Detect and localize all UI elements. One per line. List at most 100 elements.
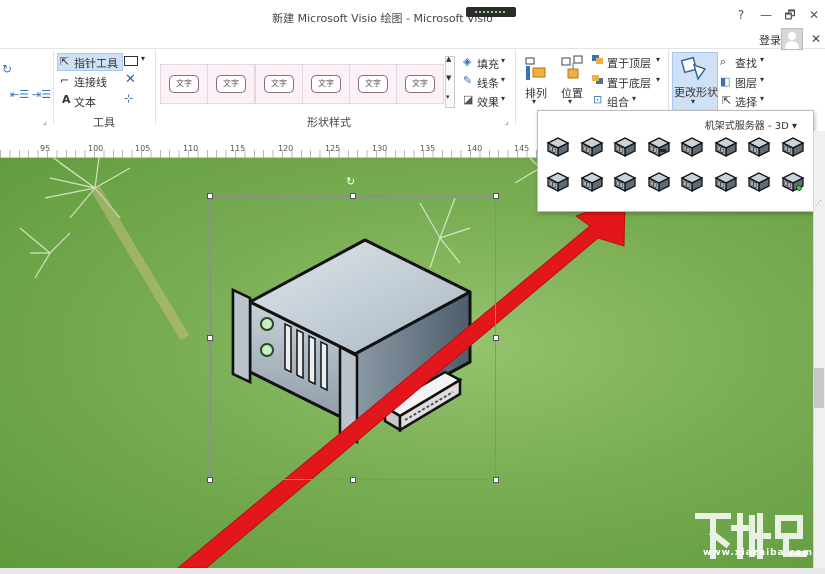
paragraph-dialog-launcher-icon[interactable]: ⌟ bbox=[43, 117, 47, 126]
connector-tool-button[interactable]: 连接线 bbox=[74, 74, 107, 90]
chevron-down-icon[interactable]: ▾ bbox=[568, 97, 572, 106]
resize-handle[interactable] bbox=[493, 193, 499, 199]
change-shape-label: 更改形状 bbox=[674, 86, 718, 99]
chevron-down-icon[interactable]: ▾ bbox=[632, 94, 636, 103]
chevron-down-icon[interactable]: ▾ bbox=[532, 97, 536, 106]
shape-styles-group-label: 形状样式 bbox=[307, 116, 351, 129]
server-shape-option[interactable] bbox=[645, 135, 673, 159]
style-thumbnail[interactable]: 文字 bbox=[396, 64, 444, 104]
gallery-title[interactable]: 机架式服务器 - 3D ▾ bbox=[705, 117, 797, 132]
layers-icon: ◧ bbox=[720, 75, 731, 88]
login-link[interactable]: 登录 bbox=[759, 32, 781, 48]
bring-to-front-button[interactable]: 置于顶层 bbox=[607, 55, 651, 71]
position-icon bbox=[560, 54, 586, 85]
separator bbox=[515, 50, 516, 124]
connection-point-icon[interactable]: ⊹ bbox=[124, 92, 133, 105]
help-button[interactable]: ? bbox=[732, 7, 750, 23]
resize-handle[interactable] bbox=[493, 477, 499, 483]
chevron-down-icon[interactable]: ▾ bbox=[501, 94, 505, 103]
resize-handle[interactable] bbox=[493, 335, 499, 341]
server-shape-option[interactable] bbox=[678, 170, 706, 194]
chevron-up-icon[interactable]: ▲ bbox=[446, 55, 451, 63]
text-icon: A bbox=[62, 93, 71, 106]
pointer-tool-label: 指针工具 bbox=[74, 57, 118, 70]
chevron-down-icon[interactable]: ▾ bbox=[501, 56, 505, 65]
avatar[interactable] bbox=[781, 28, 803, 50]
restore-button[interactable]: 🗗 bbox=[781, 7, 799, 23]
minimize-button[interactable]: — bbox=[757, 7, 775, 23]
partial-rotate-icon[interactable]: ↻ bbox=[2, 62, 12, 76]
close-icon[interactable]: ✕ bbox=[125, 72, 136, 87]
touch-mode-grip[interactable] bbox=[466, 7, 516, 17]
chevron-down-icon[interactable]: ▾ bbox=[656, 75, 660, 84]
fill-button[interactable]: 填充 bbox=[477, 56, 499, 72]
selection-box bbox=[210, 196, 496, 480]
style-thumbnail-text: 文字 bbox=[311, 75, 341, 93]
watermark-text: www.xiazaiba.com bbox=[703, 548, 813, 558]
fill-icon: ◈ bbox=[463, 55, 472, 68]
separator bbox=[155, 50, 156, 124]
group-button[interactable]: 组合 bbox=[607, 94, 629, 110]
arrange-icon bbox=[524, 56, 548, 85]
chevron-down-icon: ▾ bbox=[691, 97, 696, 106]
server-shape-option[interactable] bbox=[745, 135, 773, 159]
status-strip bbox=[0, 568, 825, 574]
effect-icon: ◪ bbox=[463, 93, 474, 106]
effect-button[interactable]: 效果 bbox=[477, 94, 499, 110]
resize-handle[interactable] bbox=[350, 193, 356, 199]
separator bbox=[53, 50, 54, 124]
resize-handle[interactable] bbox=[207, 335, 213, 341]
send-to-back-button[interactable]: 置于底层 bbox=[607, 75, 651, 91]
style-thumbnail[interactable]: 文字 bbox=[207, 64, 255, 104]
server-shape-option[interactable] bbox=[745, 170, 773, 194]
style-thumbnail[interactable]: 文字 bbox=[160, 64, 208, 104]
server-shape-option[interactable] bbox=[779, 170, 807, 194]
scrollbar-thumb[interactable] bbox=[814, 368, 824, 408]
connector-icon: ⌐ bbox=[60, 74, 70, 87]
chevron-down-icon[interactable]: ▼ bbox=[446, 74, 451, 82]
style-thumbnail[interactable]: 文字 bbox=[302, 64, 350, 104]
chevron-down-icon[interactable]: ▾ bbox=[760, 75, 764, 84]
server-shape-option[interactable] bbox=[611, 170, 639, 194]
server-shape-option[interactable] bbox=[712, 135, 740, 159]
line-button[interactable]: 线条 bbox=[477, 75, 499, 91]
rotate-handle-icon[interactable]: ↻ bbox=[346, 175, 355, 188]
close-window-button[interactable]: ✕ bbox=[805, 7, 823, 23]
server-shape-option[interactable] bbox=[578, 170, 606, 194]
gallery-more-icon[interactable]: ▾ bbox=[446, 93, 450, 101]
server-shape-option[interactable] bbox=[544, 170, 572, 194]
style-thumbnail[interactable]: 文字 bbox=[255, 64, 303, 104]
style-thumbnail-text: 文字 bbox=[358, 75, 388, 93]
send-back-icon bbox=[592, 75, 604, 85]
resize-handle[interactable] bbox=[350, 477, 356, 483]
chevron-down-icon[interactable]: ▾ bbox=[760, 55, 764, 64]
chevron-down-icon[interactable]: ▾ bbox=[656, 55, 660, 64]
select-button[interactable]: 选择 bbox=[735, 94, 757, 110]
ribbon-close-button[interactable]: ✕ bbox=[811, 32, 821, 46]
server-shape-option[interactable] bbox=[544, 135, 572, 159]
rectangle-icon[interactable] bbox=[124, 56, 138, 66]
chevron-down-icon[interactable]: ▾ bbox=[760, 94, 764, 103]
server-shape-option[interactable] bbox=[645, 170, 673, 194]
indent-decrease-icon[interactable]: ⇤☰ bbox=[10, 88, 29, 101]
chevron-down-icon[interactable]: ▾ bbox=[501, 75, 505, 84]
find-button[interactable]: 查找 bbox=[735, 55, 757, 71]
bring-front-icon bbox=[592, 55, 604, 65]
server-shape-option[interactable] bbox=[678, 135, 706, 159]
style-thumbnail-text: 文字 bbox=[405, 75, 435, 93]
server-shape-option[interactable] bbox=[611, 135, 639, 159]
server-shape-option[interactable] bbox=[779, 135, 807, 159]
line-icon: ✎ bbox=[463, 74, 473, 87]
shape-styles-dialog-launcher-icon[interactable]: ⌟ bbox=[505, 117, 509, 126]
resize-handle[interactable] bbox=[207, 477, 213, 483]
chevron-down-icon[interactable]: ▾ bbox=[141, 54, 145, 63]
vertical-scrollbar[interactable] bbox=[813, 131, 825, 568]
server-shape-option[interactable] bbox=[712, 170, 740, 194]
text-tool-button[interactable]: 文本 bbox=[74, 94, 96, 110]
server-shape-option[interactable] bbox=[578, 135, 606, 159]
style-thumbnail[interactable]: 文字 bbox=[349, 64, 397, 104]
window-title: 新建 Microsoft Visio 绘图 - Microsoft Visio bbox=[272, 12, 493, 25]
resize-handle[interactable] bbox=[207, 193, 213, 199]
layers-button[interactable]: 图层 bbox=[735, 75, 757, 91]
indent-increase-icon[interactable]: ⇥☰ bbox=[32, 88, 51, 101]
